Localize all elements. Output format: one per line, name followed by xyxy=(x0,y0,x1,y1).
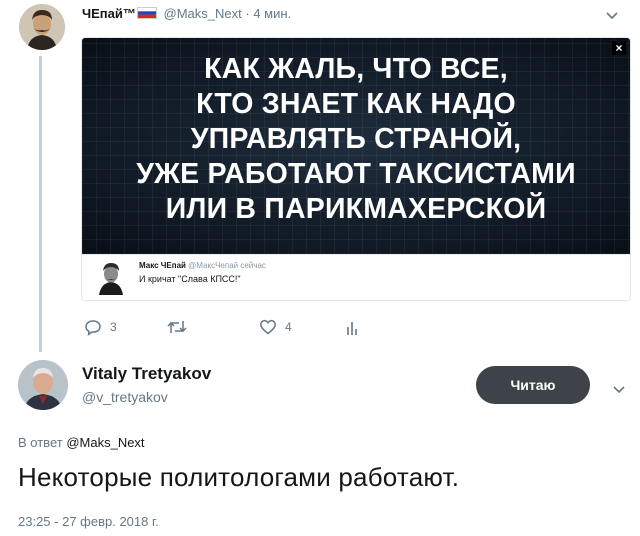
following-button[interactable]: Читаю xyxy=(476,366,590,404)
poster-line: ИЛИ В ПАРИКМАХЕРСКОЙ xyxy=(165,193,547,225)
avatar-portrait-icon xyxy=(18,360,68,410)
author-handle[interactable]: @Maks_Next xyxy=(164,6,242,21)
russian-flag-icon xyxy=(136,7,157,19)
retweet-button[interactable] xyxy=(166,318,196,336)
poster-line: УЖЕ РАБОТАЮТ ТАКСИСТАМИ xyxy=(136,158,576,190)
mini-avatar-icon xyxy=(93,259,129,295)
reply-to-handle[interactable]: @Maks_Next xyxy=(66,435,144,450)
tweet-timestamp[interactable]: 23:25 - 27 февр. 2018 г. xyxy=(18,514,159,529)
poster-line: УПРАВЛЯТЬ СТРАНОЙ, xyxy=(190,123,522,155)
poster-line: КТО ЗНАЕТ КАК НАДО xyxy=(196,88,516,120)
tweet-header: ЧЕпай™ @Maks_Next · 4 мин. xyxy=(82,6,291,24)
tweet-media-card[interactable]: × КАК ЖАЛЬ, ЧТО ВСЕ, КТО ЗНАЕТ КАК НАДО … xyxy=(81,37,631,301)
caption-author: Макс ЧЕпай @МаксЧепай сейчас xyxy=(139,261,266,270)
caption-text: И кричат "Слава КПСС!" xyxy=(139,274,241,284)
poster-text: КАК ЖАЛЬ, ЧТО ВСЕ, КТО ЗНАЕТ КАК НАДО УП… xyxy=(82,52,630,227)
reply-tweet-text: Некоторые политологами работают. xyxy=(18,462,460,492)
caption-time: сейчас xyxy=(240,261,266,270)
poster-image[interactable]: × КАК ЖАЛЬ, ЧТО ВСЕ, КТО ЗНАЕТ КАК НАДО … xyxy=(82,38,630,254)
reply-icon xyxy=(85,320,101,336)
analytics-button[interactable] xyxy=(346,318,360,336)
chevron-down-icon[interactable] xyxy=(612,382,626,394)
tweet-time[interactable]: 4 мин. xyxy=(253,6,291,21)
analytics-icon xyxy=(347,322,357,335)
poster-caption: Макс ЧЕпай @МаксЧепай сейчас И кричат "С… xyxy=(82,254,630,300)
like-count: 4 xyxy=(285,320,292,334)
author-avatar[interactable] xyxy=(19,4,65,50)
reply-author-handle[interactable]: @v_tretyakov xyxy=(82,389,168,405)
separator-dot: · xyxy=(245,6,250,21)
heart-icon xyxy=(260,319,276,335)
chevron-down-icon[interactable] xyxy=(605,8,619,20)
retweet-icon xyxy=(167,321,187,333)
reply-to-prefix: В ответ xyxy=(18,435,63,450)
reply-context: В ответ @Maks_Next xyxy=(18,435,145,450)
reply-author-avatar[interactable] xyxy=(18,360,68,410)
poster-line: КАК ЖАЛЬ, ЧТО ВСЕ, xyxy=(204,53,508,85)
reply-button[interactable]: 3 xyxy=(84,318,117,336)
reply-author-name[interactable]: Vitaly Tretyakov xyxy=(82,364,211,384)
caption-name: Макс ЧЕпай xyxy=(139,261,186,270)
avatar-portrait-icon xyxy=(19,4,65,50)
caption-handle: @МаксЧепай xyxy=(188,261,239,270)
thread-connector-line xyxy=(39,56,42,352)
author-name[interactable]: ЧЕпай™ xyxy=(82,6,136,21)
like-button[interactable]: 4 xyxy=(259,318,292,336)
reply-count: 3 xyxy=(110,320,117,334)
